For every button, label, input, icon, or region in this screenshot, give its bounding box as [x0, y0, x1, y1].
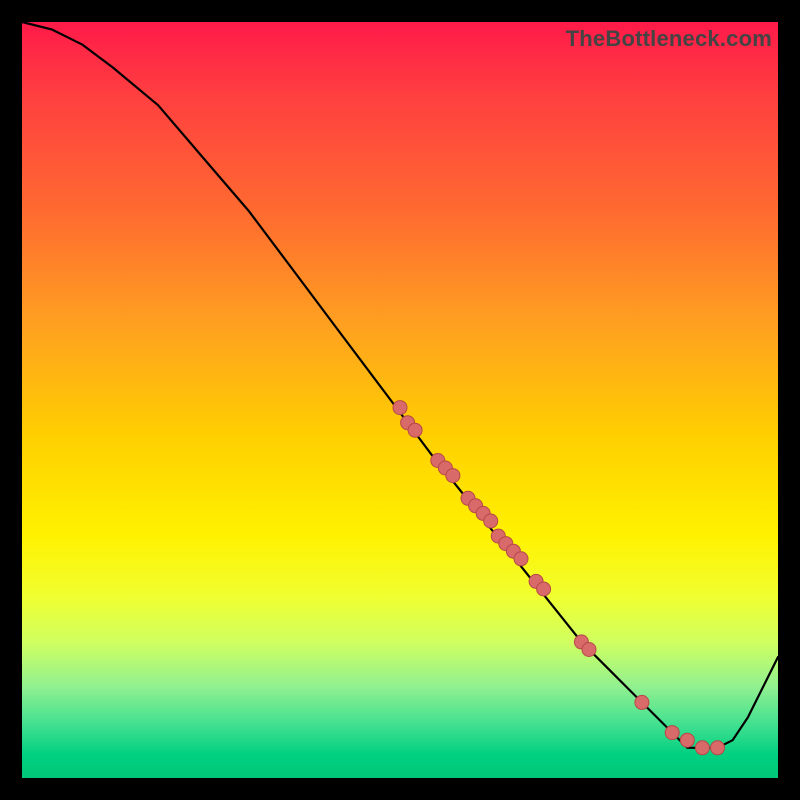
chart-frame: TheBottleneck.com — [0, 0, 800, 800]
data-point — [695, 741, 709, 755]
data-point — [446, 469, 460, 483]
data-point — [408, 423, 422, 437]
curve-line — [22, 22, 778, 748]
data-point — [635, 695, 649, 709]
data-point — [393, 401, 407, 415]
data-point — [484, 514, 498, 528]
data-point — [665, 726, 679, 740]
chart-overlay — [22, 22, 778, 778]
data-point — [537, 582, 551, 596]
data-point — [582, 643, 596, 657]
data-point — [514, 552, 528, 566]
data-point — [711, 741, 725, 755]
data-points-group — [393, 401, 725, 755]
data-point — [680, 733, 694, 747]
